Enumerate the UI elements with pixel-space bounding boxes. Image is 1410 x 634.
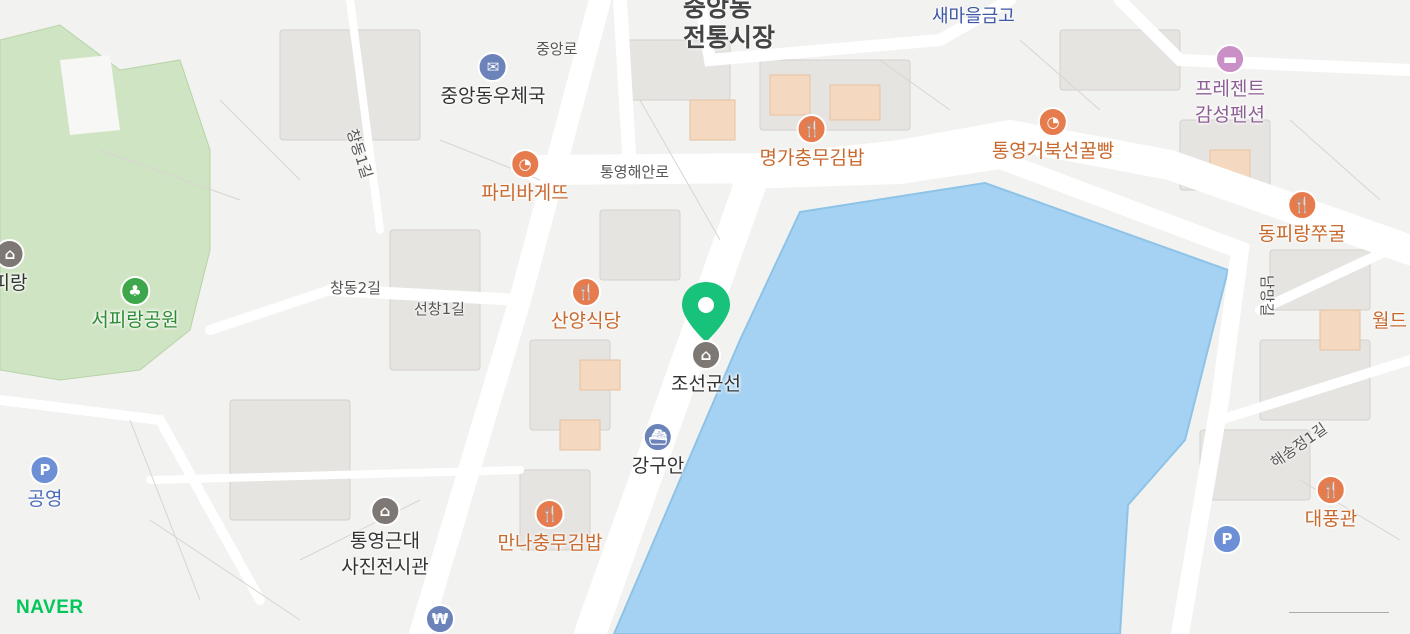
selected-place-label: 조선군선: [671, 373, 741, 395]
restaurant-icon: 🍴: [796, 114, 827, 144]
poi-label: 통영근대 사진전시관: [341, 530, 429, 578]
bank-icon: ₩: [425, 604, 455, 634]
poi-label: 강구안: [631, 455, 685, 477]
landmark-icon: ⌂: [0, 239, 25, 269]
poi-world[interactable]: 월드: [1372, 309, 1407, 333]
road-changdong2: 창동2길: [330, 279, 381, 297]
harbor-water: [612, 181, 1230, 634]
parking-icon: P: [30, 455, 60, 485]
restaurant-icon: 🍴: [1287, 190, 1317, 220]
poi-label: 동피랑쭈굴: [1258, 223, 1346, 245]
district-name-line2: 전통시장: [683, 23, 776, 52]
map-canvas[interactable]: 중앙동 전통시장 새마을금고 중앙로 통영해안로 창동1길 창동2길 선창1길 …: [0, 0, 1410, 634]
poi-bank[interactable]: ₩: [425, 604, 455, 634]
poi-myeongga[interactable]: 🍴 명가충무김밥: [759, 114, 865, 170]
poi-dongpirang[interactable]: 🍴 동피랑쭈굴: [1258, 190, 1346, 246]
naver-logo: NAVER: [16, 597, 84, 618]
poi-daepung[interactable]: 🍴 대풍관: [1305, 475, 1357, 531]
poi-label: 대풍관: [1304, 508, 1358, 530]
museum-icon: ⌂: [370, 496, 400, 526]
poi-gangguan[interactable]: ⛴ 강구안: [632, 422, 684, 478]
poi-label: 피랑: [0, 272, 28, 294]
poi-label: 명가충무김밥: [759, 147, 865, 169]
selected-place[interactable]: ⌂ 조선군선: [671, 340, 741, 396]
poi-pirang[interactable]: ⌂ 피랑: [0, 239, 27, 295]
road-haean: 통영해안로: [600, 163, 670, 181]
restaurant-icon: 🍴: [570, 277, 601, 307]
road-nammang: 남망길: [1258, 275, 1276, 317]
post-icon: ✉: [477, 52, 508, 82]
poi-photo-museum[interactable]: ⌂ 통영근대 사진전시관: [341, 496, 429, 580]
poi-manna[interactable]: 🍴 만나충무김밥: [497, 499, 603, 555]
park-icon: ♣: [120, 276, 150, 306]
poi-label: 서피랑공원: [91, 309, 179, 331]
poi-turtle-bread[interactable]: ◔ 통영거북선꿀빵: [992, 107, 1114, 163]
saemaul-label[interactable]: 새마을금고: [932, 2, 1015, 28]
poi-post-office[interactable]: ✉ 중앙동우체국: [440, 52, 546, 108]
poi-parking-left[interactable]: P 공영: [27, 455, 63, 511]
poi-present-pension[interactable]: ▬ 프레젠트 감성펜션: [1195, 44, 1265, 128]
bakery-icon: ◔: [1038, 107, 1068, 137]
poi-seopirang-park[interactable]: ♣ 서피랑공원: [91, 276, 179, 332]
ferry-icon: ⛴: [642, 422, 673, 452]
poi-sanyang[interactable]: 🍴 산양식당: [551, 277, 621, 333]
landmark-icon: ⌂: [690, 340, 721, 370]
poi-label: 파리바게뜨: [481, 182, 569, 204]
poi-paris-baguette[interactable]: ◔ 파리바게뜨: [481, 149, 569, 205]
poi-parking-right[interactable]: P: [1212, 524, 1242, 556]
scale-bar: [1289, 612, 1389, 613]
road-seonchang1: 선창1길: [414, 300, 465, 318]
lodging-icon: ▬: [1214, 44, 1245, 74]
poi-label: 통영거북선꿀빵: [991, 140, 1115, 162]
poi-label: 중앙동우체국: [440, 85, 546, 107]
poi-label: 만나충무김밥: [497, 532, 603, 554]
restaurant-icon: 🍴: [534, 499, 565, 529]
poi-label: 산양식당: [551, 310, 621, 332]
poi-label: 공영: [27, 488, 63, 510]
restaurant-icon: 🍴: [1315, 475, 1346, 505]
parking-icon: P: [1212, 524, 1242, 554]
bakery-icon: ◔: [510, 149, 540, 179]
poi-label: 프레젠트 감성펜션: [1195, 78, 1265, 126]
